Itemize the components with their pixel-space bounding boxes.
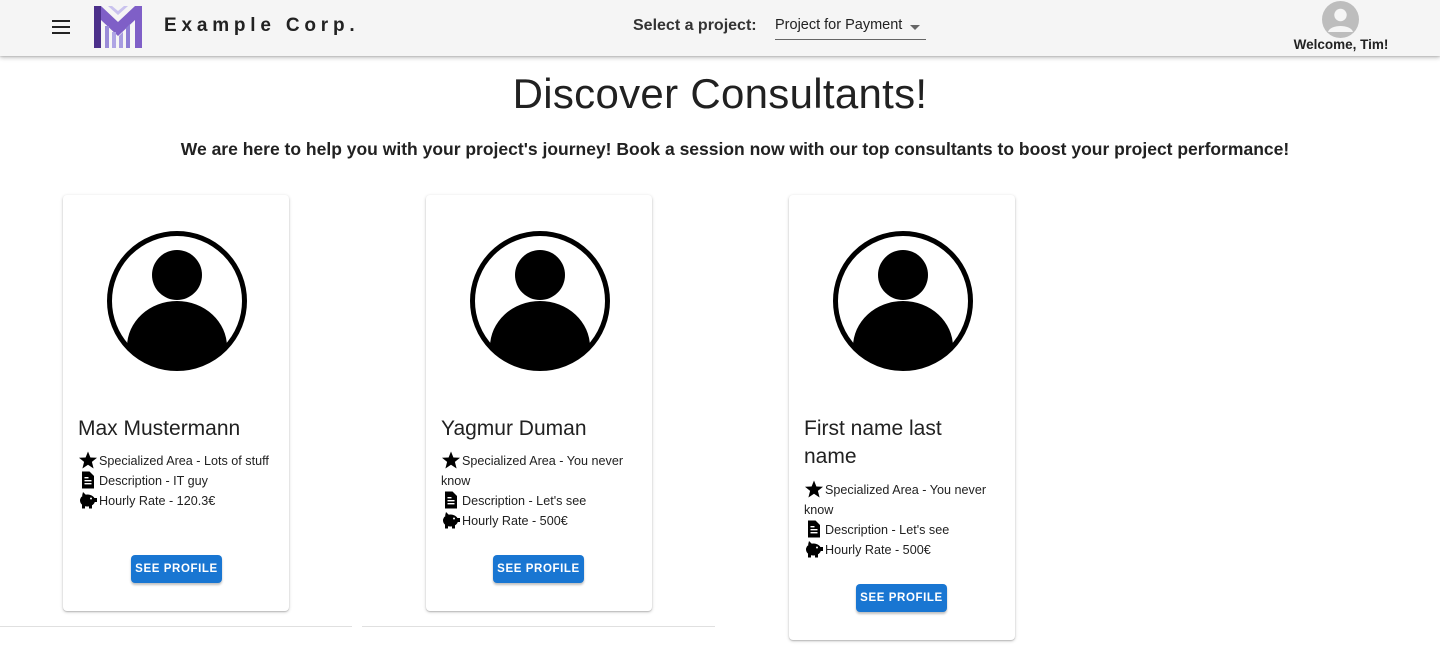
see-profile-button[interactable]: See Profile <box>493 555 584 583</box>
menu-icon[interactable] <box>44 12 78 42</box>
star-icon <box>805 480 823 498</box>
piggy-bank-icon <box>443 512 460 529</box>
page-subtitle: We are here to help you with your projec… <box>180 139 1290 159</box>
project-select-label: Select a project: <box>633 17 757 34</box>
description: Description - Let's see <box>441 491 641 511</box>
hourly-rate: Hourly Rate - 500€ <box>804 540 1004 560</box>
app-bar: Example Corp. Select a project: Project … <box>0 0 1440 56</box>
page-title: Discover Consultants! <box>512 70 928 117</box>
star-icon <box>79 451 97 469</box>
account-circle-icon <box>833 231 973 371</box>
star-icon <box>442 451 460 469</box>
consultant-name: First name last name <box>804 417 942 468</box>
welcome-text: Welcome, Tim! <box>1293 37 1389 52</box>
document-icon <box>808 520 820 538</box>
description: Description - IT guy <box>78 471 278 491</box>
specialized-area: Specialized Area - Lots of stuff <box>78 451 278 471</box>
project-select-value: Project for Payment <box>775 17 903 33</box>
account-circle-icon <box>107 231 247 371</box>
account-circle-icon <box>470 231 610 371</box>
company-logo <box>94 6 142 48</box>
hourly-rate: Hourly Rate - 500€ <box>441 511 641 531</box>
consultant-info: Specialized Area - You never know Descri… <box>804 480 1004 560</box>
consultant-info: Specialized Area - Lots of stuff Descrip… <box>78 451 278 511</box>
account-circle-icon[interactable] <box>1322 1 1359 38</box>
specialized-area: Specialized Area - You never know <box>441 451 641 491</box>
consultant-card: Max Mustermann Specialized Area - Lots o… <box>63 195 289 611</box>
chevron-down-icon <box>910 25 920 30</box>
piggy-bank-icon <box>806 541 823 558</box>
consultant-card: Yagmur Duman Specialized Area - You neve… <box>426 195 652 611</box>
see-profile-button[interactable]: See Profile <box>131 555 222 583</box>
brand-name: Example Corp. <box>164 15 360 36</box>
piggy-bank-icon <box>80 492 97 509</box>
document-icon <box>445 491 457 509</box>
specialized-area: Specialized Area - You never know <box>804 480 1004 520</box>
divider <box>0 626 352 627</box>
project-select[interactable]: Project for Payment <box>775 14 926 40</box>
hourly-rate: Hourly Rate - 120.3€ <box>78 491 278 511</box>
description: Description - Let's see <box>804 520 1004 540</box>
consultant-card: First name last name Specialized Area - … <box>789 195 1015 640</box>
consultant-name: Yagmur Duman <box>441 417 587 440</box>
divider <box>362 626 715 627</box>
see-profile-button[interactable]: See Profile <box>856 584 947 612</box>
document-icon <box>82 471 94 489</box>
consultant-info: Specialized Area - You never know Descri… <box>441 451 641 531</box>
consultant-name: Max Mustermann <box>78 417 241 440</box>
